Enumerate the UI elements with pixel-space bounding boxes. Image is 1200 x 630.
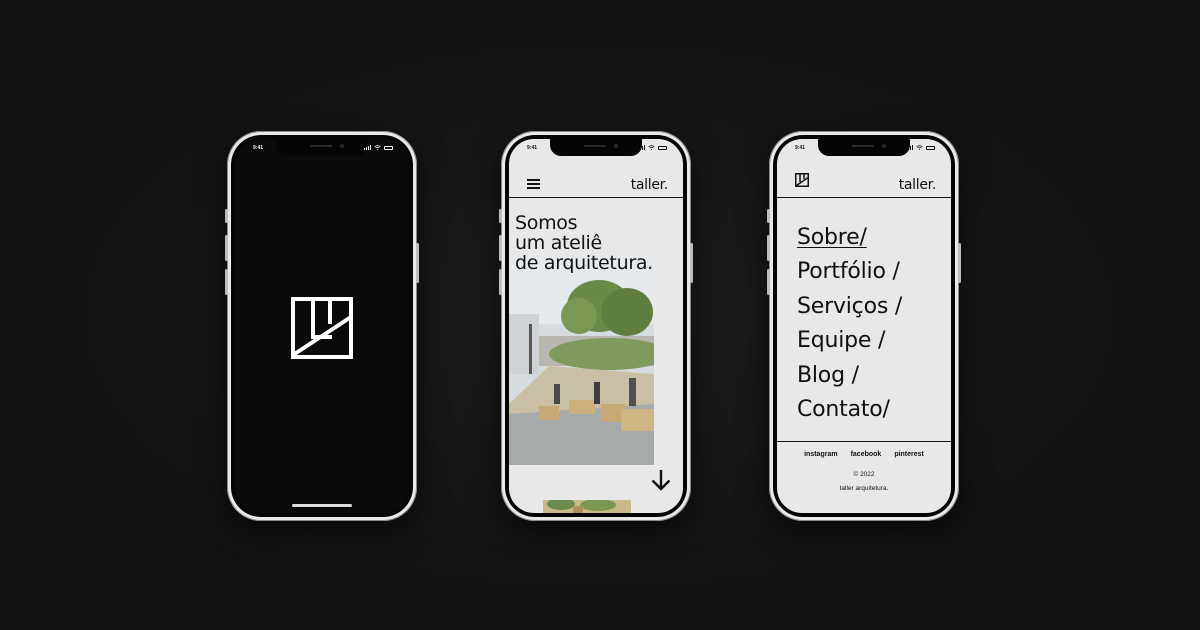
status-bar: 9:41 <box>777 143 951 155</box>
menu-item-contato[interactable]: Contato/ <box>797 393 902 427</box>
wifi-icon <box>648 145 655 150</box>
status-time: 9:41 <box>527 145 538 151</box>
battery-icon <box>926 145 935 150</box>
volume-down-button <box>767 269 770 295</box>
volume-down-button <box>225 269 228 295</box>
square-logo-icon[interactable] <box>795 173 809 187</box>
volume-down-button <box>499 269 502 295</box>
phone-splash: 9:41 <box>225 131 419 521</box>
menu-item-sobre[interactable]: Sobre/ <box>797 221 902 255</box>
square-logo-icon <box>291 297 353 359</box>
footer-divider <box>777 441 951 442</box>
status-bar: 9:41 <box>509 143 683 155</box>
hero-headline: Somos um ateliê de arquitetura. <box>515 213 653 273</box>
app-header: taller. <box>509 165 683 198</box>
hero-image <box>509 254 654 465</box>
hero-line: um ateliê <box>515 232 602 254</box>
hero-line: de arquitetura. <box>515 252 653 274</box>
mute-switch <box>499 209 502 223</box>
pinterest-link[interactable]: pinterest <box>894 451 924 458</box>
status-time: 9:41 <box>795 145 806 151</box>
arrow-down-icon[interactable] <box>651 469 671 491</box>
volume-up-button <box>499 235 502 261</box>
home-indicator[interactable] <box>292 504 352 507</box>
menu-item-portfolio[interactable]: Portfólio / <box>797 255 902 289</box>
next-section-image <box>543 499 631 513</box>
phone-menu: 9:41 taller. Sobre/ Portfólio / Serviços… <box>767 131 961 521</box>
volume-up-button <box>767 235 770 261</box>
hamburger-icon[interactable] <box>527 179 540 189</box>
phone-home: 9:41 taller. Somos um ateliê de arquitet… <box>499 131 693 521</box>
screen: 9:41 <box>235 139 409 513</box>
hero-line: Somos <box>515 212 578 234</box>
menu-item-blog[interactable]: Blog / <box>797 359 902 393</box>
power-button <box>416 243 419 283</box>
power-button <box>690 243 693 283</box>
mute-switch <box>225 209 228 223</box>
signal-icon <box>364 145 371 150</box>
mute-switch <box>767 209 770 223</box>
wifi-icon <box>916 145 923 150</box>
battery-icon <box>658 145 667 150</box>
screen: 9:41 taller. Somos um ateliê de arquitet… <box>509 139 683 513</box>
social-links: instagram facebook pinterest <box>777 451 951 458</box>
battery-icon <box>384 145 393 150</box>
volume-up-button <box>225 235 228 261</box>
wifi-icon <box>374 145 381 150</box>
brand-logotype[interactable]: taller. <box>631 177 669 193</box>
signal-icon <box>638 145 645 150</box>
menu-item-label: Sobre/ <box>797 225 867 250</box>
brand-logotype[interactable]: taller. <box>899 177 937 193</box>
main-menu: Sobre/ Portfólio / Serviços / Equipe / B… <box>797 221 902 427</box>
instagram-link[interactable]: instagram <box>804 451 837 458</box>
signal-icon <box>906 145 913 150</box>
screen: 9:41 taller. Sobre/ Portfólio / Serviços… <box>777 139 951 513</box>
status-time: 9:41 <box>253 145 264 151</box>
company-name: taller arquitetura. <box>839 485 889 492</box>
menu-item-servicos[interactable]: Serviços / <box>797 290 902 324</box>
menu-item-equipe[interactable]: Equipe / <box>797 324 902 358</box>
power-button <box>958 243 961 283</box>
status-bar: 9:41 <box>235 143 409 155</box>
facebook-link[interactable]: facebook <box>851 451 882 458</box>
copyright: © 2022 <box>853 471 875 478</box>
